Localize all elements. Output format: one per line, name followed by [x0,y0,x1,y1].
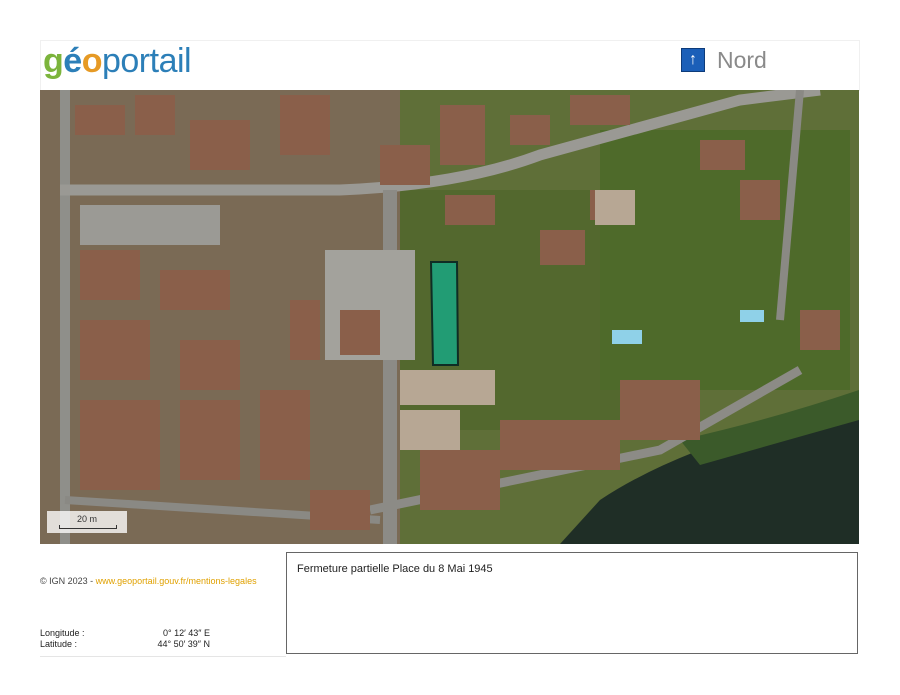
longitude-value: 0° 12′ 43″ E [162,628,210,638]
scale-line [59,525,117,529]
header: géoportail ↑ Nord [40,40,860,91]
aerial-map-image [40,90,859,544]
longitude-label: Longitude : [40,628,85,638]
latitude-label: Latitude : [40,639,78,649]
north-label: Nord [717,46,767,73]
copyright: © IGN 2023 - www.geoportail.gouv.fr/ment… [40,567,280,596]
logo-text-portail: portail [101,42,192,80]
coordinates: Longitude : 0° 12′ 43″ E Latitude : 44° … [40,628,280,650]
comment-box[interactable]: Fermeture partielle Place du 8 Mai 1945 [286,552,858,654]
aerial-map[interactable]: 20 m [40,90,859,544]
footer-info: © IGN 2023 - www.geoportail.gouv.fr/ment… [40,552,286,657]
north-arrow-icon: ↑ [681,48,705,72]
latitude-value: 44° 50′ 39″ N [157,639,210,649]
north-indicator: ↑ Nord [681,47,767,73]
scale-bar: 20 m [47,511,127,533]
logo-letter-e: é [63,42,82,80]
longitude-row: Longitude : 0° 12′ 43″ E [40,628,280,639]
latitude-row: Latitude : 44° 50′ 39″ N [40,639,280,650]
comment-text: Fermeture partielle Place du 8 Mai 1945 [297,563,493,575]
copyright-text: © IGN 2023 - [40,576,96,586]
logo-letter-g: g [43,42,64,80]
scale-label: 20 m [76,514,97,524]
logo-letter-o: o [81,42,103,80]
geoportail-logo[interactable]: géoportail [43,41,192,81]
legal-link[interactable]: www.geoportail.gouv.fr/mentions-legales [96,576,257,586]
